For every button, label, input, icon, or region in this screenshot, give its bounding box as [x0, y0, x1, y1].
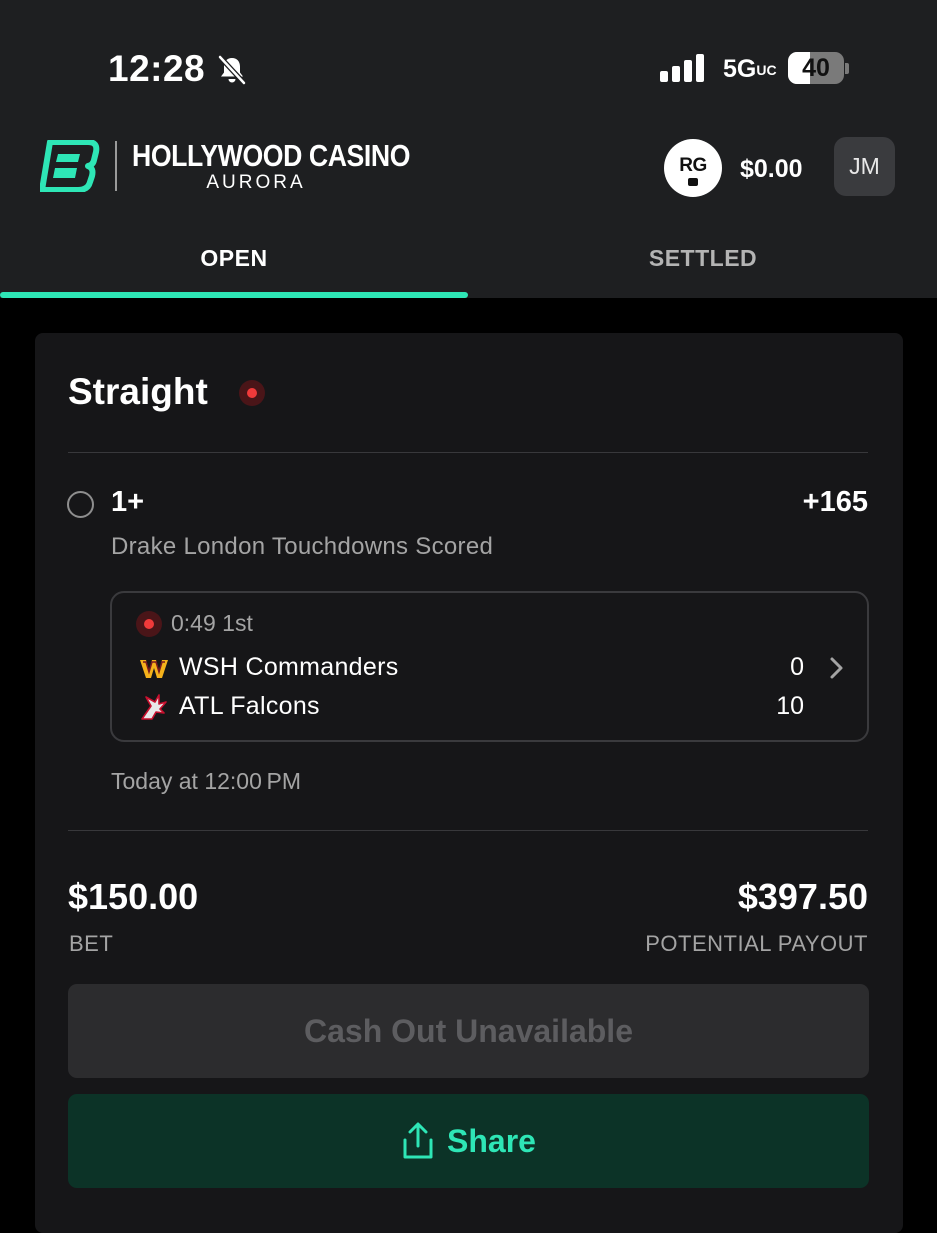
battery-icon: 40: [788, 52, 850, 84]
brand-divider: [115, 141, 117, 191]
share-label: Share: [447, 1122, 536, 1159]
share-button[interactable]: Share: [68, 1094, 869, 1188]
brand-name: HOLLYWOOD CASINO: [132, 138, 411, 173]
rg-brand-icon: [688, 178, 698, 186]
team-name: WSH Commanders: [179, 653, 399, 681]
active-tab-indicator: [0, 292, 468, 298]
leg-status-radio: [67, 491, 94, 518]
cellular-signal-icon: [660, 54, 704, 82]
account-balance[interactable]: $0.00: [740, 155, 803, 184]
game-clock: 0:49 1st: [171, 610, 253, 636]
avatar[interactable]: JM: [834, 137, 895, 196]
stake-amount: $150.00: [68, 876, 199, 917]
game-start-time: Today at 12:00 PM: [111, 768, 301, 794]
team-score: 10: [776, 692, 804, 720]
divider: [68, 452, 868, 453]
bell-muted-icon: [218, 55, 246, 85]
network-type: 5GUC: [723, 55, 777, 83]
battery-level: 40: [802, 54, 830, 82]
network-sup: UC: [756, 62, 777, 78]
status-time: 12:28: [108, 48, 206, 89]
responsible-gaming-button[interactable]: RG: [664, 139, 722, 197]
stake-label: BET: [69, 931, 114, 956]
live-indicator-icon: [239, 380, 265, 406]
chevron-right-icon[interactable]: [826, 655, 846, 681]
live-indicator-icon: [136, 611, 162, 637]
betmgm-b-logo-icon[interactable]: [40, 140, 100, 192]
team-score: 0: [790, 653, 804, 681]
team-name: ATL Falcons: [179, 692, 320, 720]
payout-amount: $397.50: [737, 876, 868, 917]
divider: [68, 830, 868, 831]
commanders-logo-icon: [140, 660, 168, 678]
rg-label: RG: [679, 155, 707, 176]
bet-market: Drake London Touchdowns Scored: [111, 533, 494, 560]
falcons-logo-icon: [141, 694, 167, 720]
bet-odds: +165: [802, 486, 868, 518]
cash-out-button[interactable]: Cash Out Unavailable: [68, 984, 869, 1078]
tab-settled[interactable]: SETTLED: [469, 245, 937, 272]
payout-label: POTENTIAL PAYOUT: [645, 931, 868, 956]
bet-selection: 1+: [111, 486, 145, 518]
bet-type-title: Straight: [68, 371, 208, 412]
brand-location: AURORA: [206, 172, 306, 193]
share-icon: [403, 1122, 433, 1159]
tab-open[interactable]: OPEN: [0, 245, 468, 272]
